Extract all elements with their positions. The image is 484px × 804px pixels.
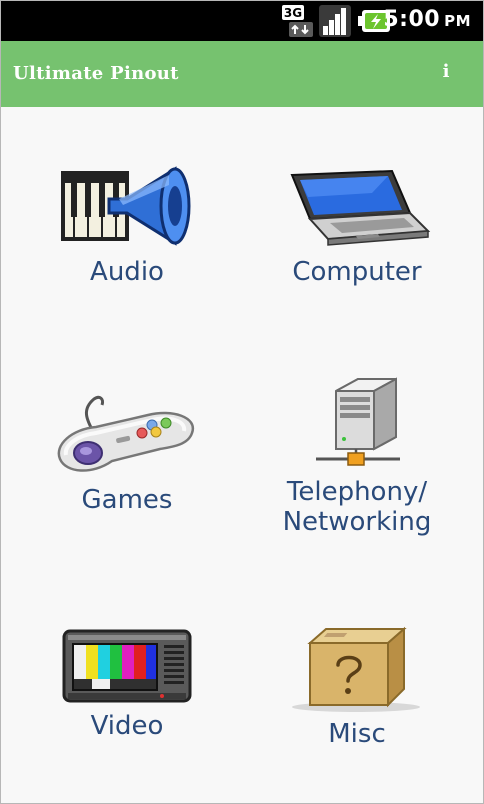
category-label-telephony: Telephony/ (286, 477, 428, 507)
3g-network-icon: 3G (282, 5, 313, 37)
category-label-misc: Misc (328, 719, 386, 749)
category-label-audio: Audio (90, 257, 164, 287)
category-misc[interactable]: Misc (242, 625, 472, 749)
category-label-video: Video (90, 711, 164, 741)
svg-text:3G: 3G (284, 6, 302, 20)
category-label-networking: Networking (282, 507, 432, 537)
audio-speaker-icon (61, 166, 191, 246)
laptop-icon (290, 169, 431, 246)
network-server-icon (316, 377, 400, 466)
signal-strength-icon (319, 5, 351, 37)
category-video[interactable]: Video (12, 627, 242, 741)
status-clock: 5:00 PM (383, 7, 471, 32)
category-telephony-networking[interactable]: Telephony/ Networking (242, 373, 472, 537)
category-label-games: Games (81, 485, 173, 515)
gamepad-icon (57, 395, 195, 472)
app-frame: 3G 5:00 PM Ultimate Pinout i Audio Compu… (1, 1, 483, 803)
category-computer[interactable]: Computer (242, 161, 472, 287)
mystery-box-icon (292, 626, 420, 712)
app-title-bar: Ultimate Pinout i (1, 41, 483, 107)
category-label-computer: Computer (292, 257, 422, 287)
status-bar: 3G 5:00 PM (1, 1, 483, 41)
app-title: Ultimate Pinout (13, 63, 179, 84)
tv-icon (62, 629, 192, 703)
category-games[interactable]: Games (12, 389, 242, 515)
category-audio[interactable]: Audio (12, 161, 242, 287)
info-button[interactable]: i (439, 61, 453, 83)
